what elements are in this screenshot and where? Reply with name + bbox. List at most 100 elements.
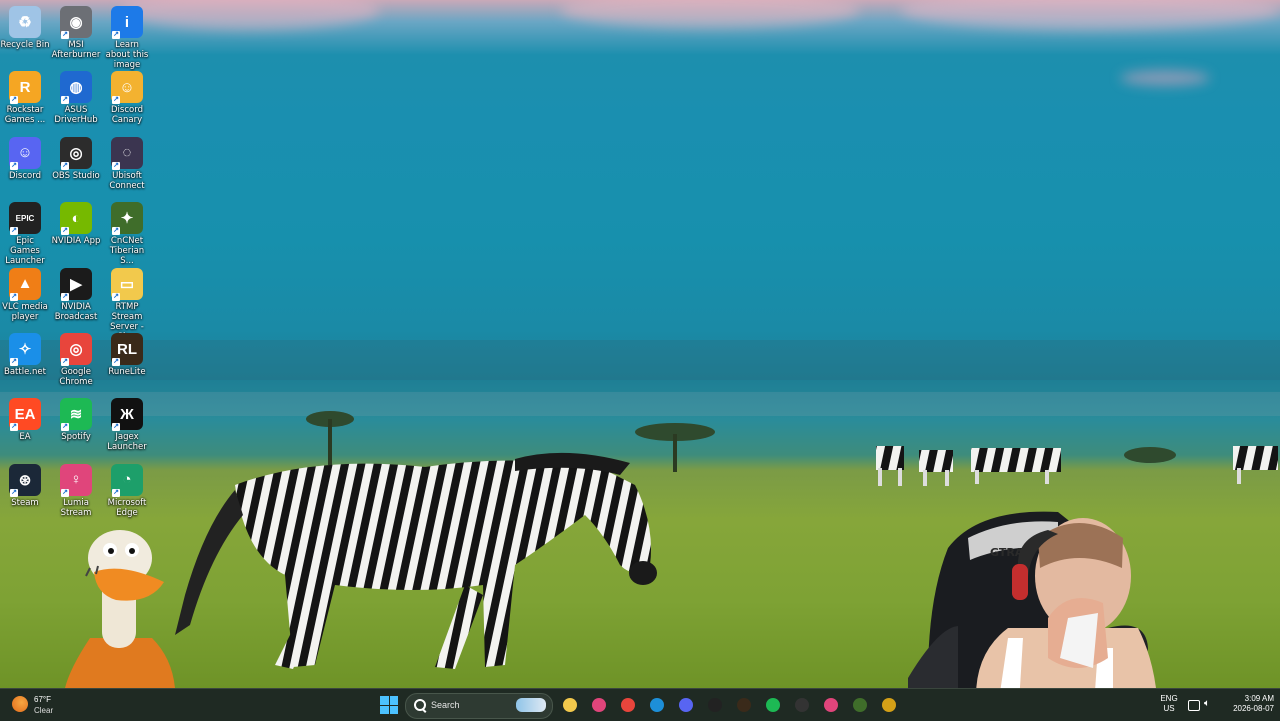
desktop-icon[interactable]: ◎ ↗ Google Chrome [51, 333, 101, 387]
desktop-icon[interactable]: ◔ ↗ Microsoft Edge [102, 463, 152, 518]
taskbar-chrome[interactable] [618, 695, 638, 715]
duck-overlay-image [65, 530, 175, 688]
weather-widget[interactable]: 67°F Clear [10, 692, 70, 718]
desktop-icon-label: Epic Games Launcher [5, 236, 45, 267]
obs-icon: ◎ ↗ [60, 136, 92, 170]
rockstar-icon: R ↗ [9, 71, 41, 105]
desktop-icon[interactable]: ✧ ↗ Battle.net [0, 333, 50, 377]
taskbar-obs[interactable] [792, 695, 812, 715]
jagex-icon [708, 698, 722, 712]
desktop-icon[interactable]: ◍ ↗ ASUS DriverHub [51, 71, 101, 125]
shortcut-arrow-icon: ↗ [61, 488, 69, 497]
clock-time: 3:09 AM [1244, 694, 1274, 703]
desktop-icon[interactable]: ☺ ↗ Discord [0, 136, 50, 181]
folder-icon: ▭ ↗ [111, 267, 143, 301]
start-button[interactable] [380, 696, 398, 714]
desktop-icon[interactable]: ◉ ↗ MSI Afterburner [51, 6, 101, 60]
edge-icon [650, 698, 664, 712]
discord-canary-icon: ☺ ↗ [111, 71, 143, 105]
search-highlight-icon [516, 698, 546, 712]
shortcut-arrow-icon: ↗ [61, 161, 69, 170]
shortcut-arrow-icon: ↗ [61, 227, 69, 236]
clock[interactable]: 3:09 AM 2026-08-07 [1222, 694, 1274, 714]
taskbar-cncnet[interactable] [850, 695, 870, 715]
desktop-icon[interactable]: EA ↗ EA [0, 398, 50, 442]
desktop-icon-label: Battle.net [4, 367, 46, 377]
desktop-icon-label: Recycle Bin [0, 40, 50, 50]
language-indicator[interactable]: ENG US [1158, 694, 1180, 714]
desktop-icon[interactable]: Ж ↗ Jagex Launcher [102, 398, 152, 452]
runelite-icon [737, 698, 751, 712]
desktop-icon[interactable]: R ↗ Rockstar Games ... [0, 71, 50, 125]
desktop-icon[interactable]: RL ↗ RuneLite [102, 333, 152, 377]
lake-reflection [0, 392, 1280, 416]
desktop-icon[interactable]: ▭↗RTMP Stream Server - Sh... [102, 267, 152, 342]
desktop-icon[interactable]: ♀ ↗ Lumia Stream [51, 463, 101, 518]
network-icon[interactable] [1188, 700, 1200, 711]
jagex-icon: Ж ↗ [111, 398, 143, 432]
desktop-icon[interactable]: EPIC ↗ Epic Games Launcher [0, 202, 50, 266]
chrome-icon: ◎ ↗ [60, 333, 92, 366]
shortcut-arrow-icon: ↗ [10, 292, 18, 301]
nvidia-broadcast-icon: ▶ ↗ [60, 267, 92, 301]
taskbar-edge[interactable] [647, 695, 667, 715]
lumia-stream-icon [592, 698, 606, 712]
shortcut-arrow-icon: ↗ [10, 161, 18, 170]
nvidia-app-icon: ◐ ↗ [60, 202, 92, 236]
desktop-icon[interactable]: ✦ ↗ CnCNet Tiberian S... [102, 202, 152, 266]
cloud [560, 0, 860, 28]
spotify-icon [766, 698, 780, 712]
desktop-icon-label: VLC media player [2, 301, 48, 322]
volume-icon[interactable]: 🔈︎ [1204, 698, 1210, 709]
windows-icon [380, 705, 389, 714]
zebra-distant [1233, 446, 1278, 484]
taskbar-discord[interactable] [676, 695, 696, 715]
desktop-icon-label: Learn about this image [105, 40, 149, 70]
search-handle-icon [421, 708, 427, 713]
desktop-icon[interactable]: ◌ ↗ Ubisoft Connect [102, 136, 152, 191]
shortcut-arrow-icon: ↗ [10, 488, 18, 497]
windows-icon [389, 705, 398, 714]
desktop-icon[interactable]: ⊛ ↗ Steam [0, 463, 50, 508]
lumia-stream-icon: ♀ ↗ [60, 463, 92, 497]
taskbar-runelite[interactable] [734, 695, 754, 715]
shortcut-arrow-icon: ↗ [112, 161, 120, 170]
shortcut-arrow-icon: ↗ [112, 292, 120, 301]
edge-icon: ◔ ↗ [111, 463, 143, 497]
shortcut-arrow-icon: ↗ [10, 96, 18, 105]
desktop-icon[interactable]: ▲ ↗ VLC media player [0, 267, 50, 322]
zebra-distant [971, 448, 1061, 484]
desktop-icon[interactable]: ◐ ↗ NVIDIA App [51, 202, 101, 246]
desktop-icon[interactable]: ▶ ↗ NVIDIA Broadcast [51, 267, 101, 322]
taskbar-lumia[interactable] [589, 695, 609, 715]
region-code: US [1163, 704, 1175, 713]
shortcut-arrow-icon: ↗ [112, 96, 120, 105]
taskbar-lumia-2[interactable] [821, 695, 841, 715]
cloud [120, 0, 380, 30]
taskbar-file-explorer[interactable] [560, 695, 580, 715]
vlc-icon: ▲ ↗ [9, 267, 41, 301]
desktop-icon-label: RuneLite [108, 367, 146, 377]
tree [1124, 447, 1176, 463]
desktop-icon[interactable]: i ↗ Learn about this image [102, 6, 152, 70]
epic-games-icon: EPIC ↗ [9, 202, 41, 236]
runelite-icon: RL ↗ [111, 333, 143, 366]
taskbar-search-box[interactable]: Search [405, 693, 553, 719]
desktop-icon[interactable]: ◎ ↗ OBS Studio [51, 136, 101, 181]
discord-icon: ☺ ↗ [9, 136, 41, 170]
desktop-icon[interactable]: ≋ ↗ Spotify [51, 398, 101, 442]
zebra-distant [919, 450, 953, 486]
language-code: ENG [1160, 694, 1178, 703]
desktop-icon-label: Steam [11, 497, 39, 508]
desktop-icon[interactable]: ☺ ↗ Discord Canary [102, 71, 152, 125]
desktop-icon-label: Discord Canary [111, 105, 143, 126]
desktop-icon-label: ASUS DriverHub [54, 105, 98, 126]
cncnet-icon: ✦ ↗ [111, 202, 143, 236]
file-explorer-icon [563, 698, 577, 712]
taskbar-jagex[interactable] [705, 695, 725, 715]
desktop-icon[interactable]: ♻ Recycle Bin [0, 6, 50, 50]
taskbar-spotify[interactable] [763, 695, 783, 715]
discord-icon [679, 698, 693, 712]
taskbar-app[interactable] [879, 695, 899, 715]
ubisoft-icon: ◌ ↗ [111, 136, 143, 170]
